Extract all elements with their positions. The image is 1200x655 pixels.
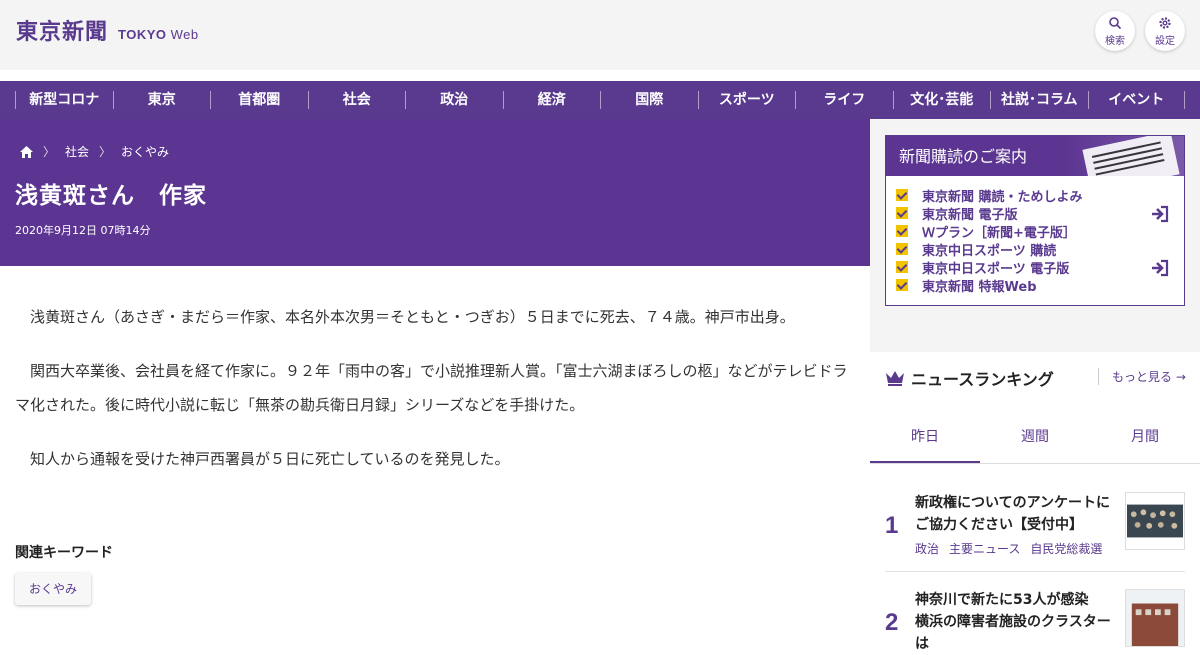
subscription-box: 新聞購読のご案内 東京新聞 購読・ためしよみ 東京新聞 電子版 Ｗプラン［新聞+… [885, 135, 1185, 306]
crown-icon [886, 371, 904, 386]
ranking-heading-text: ニュースランキング [911, 370, 1054, 389]
tab-weekly[interactable]: 週間 [980, 410, 1090, 463]
nav-item-events[interactable]: イベント [1087, 91, 1185, 109]
subscription-list: 東京新聞 購読・ためしよみ 東京新聞 電子版 Ｗプラン［新聞+電子版］ 東京中日… [886, 176, 1184, 295]
ranking-more-link[interactable]: もっと見る → [1098, 368, 1186, 385]
keywords-heading: 関連キーワード [15, 545, 113, 561]
ranking-number: 2 [885, 609, 899, 636]
nav-item-culture[interactable]: 文化･芸能 [892, 91, 991, 109]
news-ranking: ニュースランキング もっと見る → 昨日 週間 月間 1 新政権についてのアンケ… [870, 352, 1200, 652]
ranking-heading: ニュースランキング [885, 366, 1054, 390]
subscription-item-label: Ｗプラン［新聞+電子版］ [922, 225, 1076, 241]
breadcrumb-page[interactable]: おくやみ [121, 143, 169, 160]
nav-item-corona[interactable]: 新型コロナ [15, 91, 113, 109]
subscription-item-label: 東京新聞 特報Web [922, 279, 1037, 295]
site-header: 東京新聞 TOKYO Web 検索 設定 [0, 0, 1200, 70]
breadcrumb-separator: 〉 [43, 145, 56, 159]
nav-item-world[interactable]: 国際 [600, 91, 698, 109]
article-paragraph: 関西大卒業後、会社員を経て作家に。９２年「雨中の客」で小説推理新人賞。「富士六湖… [15, 362, 848, 414]
subscription-item[interactable]: 東京新聞 購読・ためしよみ [896, 186, 1184, 205]
gear-icon [1159, 17, 1171, 29]
subscription-heading: 新聞購読のご案内 [886, 136, 1184, 176]
nav-item-editorial[interactable]: 社説･コラム [990, 91, 1088, 109]
article-paragraph: 浅黄斑さん（あさぎ・まだら＝作家、本名外本次男＝そともと・つぎお）５日までに死去… [30, 308, 795, 326]
article-date: 2020年9月12日 07時14分 [15, 224, 151, 237]
logo-en-bold: TOKYO [118, 27, 167, 42]
subscription-item[interactable]: 東京中日スポーツ 購読 [896, 240, 1184, 259]
ranking-divider [885, 571, 1185, 572]
logo-en-light: Web [170, 27, 199, 42]
breadcrumb-section[interactable]: 社会 [65, 143, 89, 160]
ranking-category[interactable]: 政治 [915, 540, 939, 557]
ranking-thumbnail [1125, 492, 1185, 550]
check-icon [896, 279, 908, 291]
check-icon [896, 225, 908, 237]
ranking-category[interactable]: 自民党総裁選 [1030, 540, 1102, 557]
subscription-item[interactable]: 東京新聞 特報Web [896, 276, 1184, 295]
nav-item-politics[interactable]: 政治 [405, 91, 503, 109]
nav-item-economy[interactable]: 経済 [502, 91, 601, 109]
ranking-more-label: もっと見る [1112, 370, 1173, 384]
ranking-category[interactable]: 主要ニュース [949, 540, 1020, 557]
nav-item-society[interactable]: 社会 [307, 91, 406, 109]
article-title: 浅黄斑さん 作家 [15, 183, 207, 209]
nav-item-metro[interactable]: 首都圏 [210, 91, 308, 109]
subscription-heading-text: 新聞購読のご案内 [899, 147, 1028, 166]
check-icon [896, 261, 908, 273]
site-logo[interactable]: 東京新聞 TOKYO Web [16, 14, 199, 46]
ranking-categories: 政治 主要ニュース 自民党総裁選 [915, 540, 1102, 557]
login-icon[interactable] [1150, 205, 1170, 223]
subscription-item[interactable]: 東京新聞 電子版 [896, 204, 1184, 223]
article-hero: 〉 社会 〉 おくやみ 浅黄斑さん 作家 2020年9月12日 07時14分 [0, 119, 870, 266]
subscription-item-label: 東京新聞 購読・ためしよみ [922, 189, 1083, 205]
settings-button[interactable]: 設定 [1145, 11, 1185, 51]
nav-item-sports[interactable]: スポーツ [697, 91, 796, 109]
ranking-title: 新政権についてのアンケートにご協力ください【受付中】 [915, 495, 1111, 533]
main-nav: 新型コロナ 東京 首都圏 社会 政治 経済 国際 スポーツ ライフ 文化･芸能 … [0, 81, 1200, 119]
ranking-number: 1 [885, 512, 899, 539]
nav-item-life[interactable]: ライフ [795, 91, 893, 109]
breadcrumb: 〉 社会 〉 おくやみ [20, 143, 169, 160]
check-icon [896, 189, 908, 201]
settings-label: 設定 [1155, 36, 1175, 47]
search-button[interactable]: 検索 [1095, 11, 1135, 51]
subscription-item[interactable]: Ｗプラン［新聞+電子版］ [896, 222, 1184, 241]
check-icon [896, 207, 908, 219]
subscription-item-label: 東京中日スポーツ 電子版 [922, 261, 1070, 277]
arrow-right-icon: → [1175, 370, 1186, 384]
home-icon[interactable] [20, 145, 33, 158]
check-icon [896, 243, 908, 255]
login-icon[interactable] [1150, 259, 1170, 277]
keyword-tag[interactable]: おくやみ [15, 573, 92, 605]
tab-monthly[interactable]: 月間 [1090, 410, 1200, 463]
article-paragraph: 知人から通報を受けた神戸西署員が５日に死亡しているのを発見した。 [30, 450, 510, 468]
breadcrumb-separator: 〉 [99, 145, 112, 159]
nav-item-tokyo[interactable]: 東京 [112, 91, 211, 109]
ranking-tabs: 昨日 週間 月間 [870, 410, 1200, 464]
ranking-title: 神奈川で新たに53人が感染 横浜の障害者施設のクラスターは [915, 592, 1111, 652]
subscription-item-label: 東京中日スポーツ 購読 [922, 243, 1057, 259]
article-body: 浅黄斑さん（あさぎ・まだら＝作家、本名外本次男＝そともと・つぎお）５日までに死去… [15, 300, 855, 496]
logo-jp: 東京新聞 [16, 19, 109, 45]
subscription-item[interactable]: 東京中日スポーツ 電子版 [896, 258, 1184, 277]
sidebar: 新聞購読のご案内 東京新聞 購読・ためしよみ 東京新聞 電子版 Ｗプラン［新聞+… [870, 119, 1200, 652]
ranking-thumbnail [1125, 589, 1185, 647]
subscription-item-label: 東京新聞 電子版 [922, 207, 1018, 223]
search-label: 検索 [1105, 36, 1125, 47]
tab-yesterday[interactable]: 昨日 [870, 410, 980, 463]
newspaper-image [1082, 136, 1180, 176]
logo-en: TOKYO Web [118, 27, 199, 42]
search-icon [1109, 17, 1122, 30]
